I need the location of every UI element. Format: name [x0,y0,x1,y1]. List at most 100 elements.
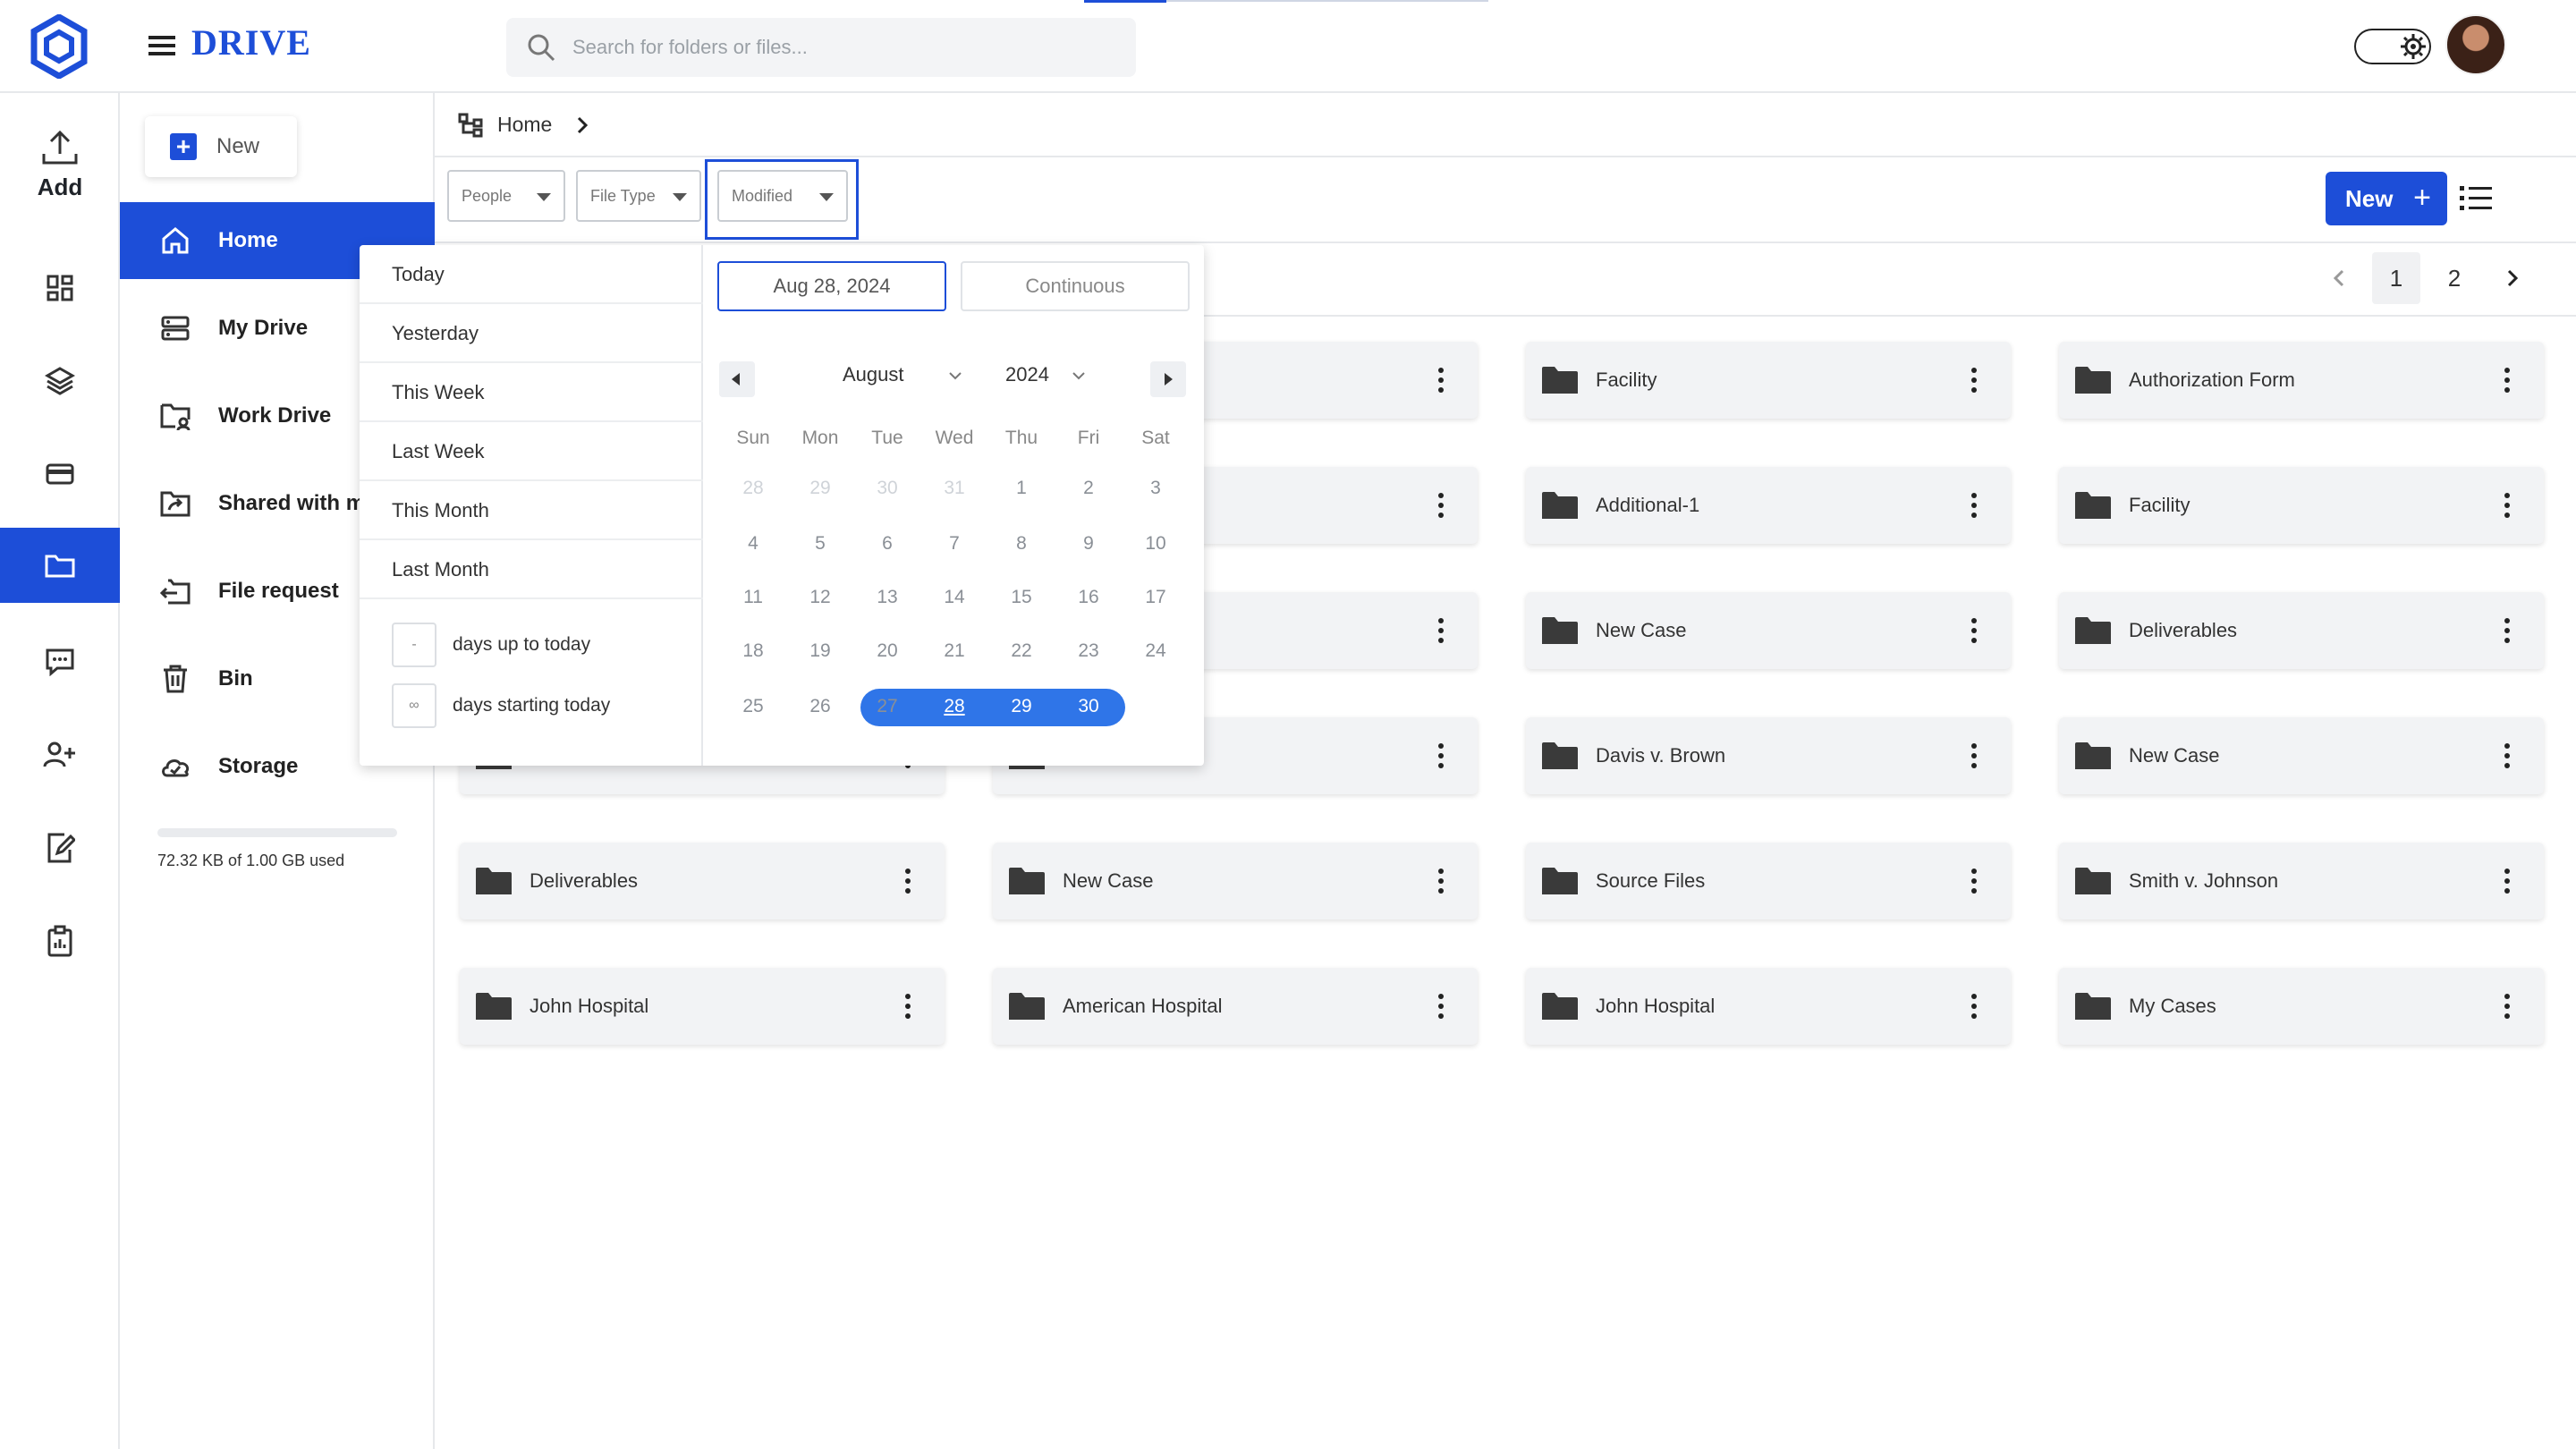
more-vertical-icon[interactable] [905,868,911,894]
more-vertical-icon[interactable] [1438,617,1444,644]
year-select[interactable]: 2024 [1005,363,1049,386]
more-vertical-icon[interactable] [1971,868,1977,894]
rail-folders-button[interactable] [0,528,120,603]
end-date-field[interactable]: Continuous [961,261,1190,311]
calendar-day[interactable]: 30 [860,470,914,506]
rail-users-button[interactable] [0,717,120,792]
folder-card[interactable]: New Case [993,843,1478,919]
folder-card[interactable]: Source Files [1526,843,2011,919]
user-avatar[interactable] [2445,14,2506,75]
calendar-day[interactable]: 21 [928,633,981,669]
more-vertical-icon[interactable] [1438,367,1444,394]
folder-card[interactable]: Smith v. Johnson [2059,843,2544,919]
folder-card[interactable]: New Case [1526,592,2011,669]
more-vertical-icon[interactable] [2504,742,2510,769]
preset-last-week[interactable]: Last Week [360,422,703,481]
more-vertical-icon[interactable] [2504,993,2510,1020]
calendar-day[interactable]: 8 [995,526,1048,562]
search-bar[interactable] [506,18,1136,77]
more-vertical-icon[interactable] [2504,492,2510,519]
calendar-day[interactable]: 2 [1062,470,1115,506]
calendar-day[interactable]: 13 [860,580,914,615]
pagination-page-2[interactable]: 2 [2431,252,2478,304]
folder-card[interactable]: John Hospital [460,968,945,1045]
calendar-day[interactable]: 9 [1062,526,1115,562]
folder-card[interactable]: Authorization Form [2059,342,2544,419]
calendar-day[interactable]: 12 [793,580,847,615]
more-vertical-icon[interactable] [905,993,911,1020]
rail-clipboard-button[interactable] [0,903,120,979]
calendar-day[interactable]: 23 [1062,633,1115,669]
more-vertical-icon[interactable] [1971,742,1977,769]
calendar-day[interactable]: 11 [726,580,780,615]
next-month-button[interactable] [1150,361,1186,397]
folder-card[interactable]: Davis v. Brown [1526,717,2011,794]
calendar-day[interactable]: 18 [726,633,780,669]
prev-month-button[interactable] [719,361,755,397]
calendar-day[interactable]: 7 [928,526,981,562]
sidebar-new-button[interactable]: + New [145,116,297,177]
calendar-day[interactable]: 1 [995,470,1048,506]
calendar-day[interactable]: 17 [1129,580,1182,615]
calendar-day[interactable]: 10 [1129,526,1182,562]
folder-card[interactable]: Deliverables [2059,592,2544,669]
calendar-day[interactable]: 27 [860,689,914,724]
file-type-filter[interactable]: File Type [576,170,701,222]
search-input[interactable] [571,18,1107,77]
calendar-day[interactable]: 4 [726,526,780,562]
more-vertical-icon[interactable] [2504,367,2510,394]
more-vertical-icon[interactable] [1971,993,1977,1020]
start-date-field[interactable]: Aug 28, 2024 [717,261,946,311]
folder-card[interactable]: Deliverables [460,843,945,919]
rail-layers-button[interactable] [0,343,120,419]
calendar-day[interactable]: 31 [1129,689,1182,724]
calendar-day[interactable]: 14 [928,580,981,615]
folder-card[interactable]: Additional-1 [1526,467,2011,544]
days-up-to-today-input[interactable]: - [392,623,436,667]
calendar-day[interactable]: 31 [928,470,981,506]
more-vertical-icon[interactable] [2504,617,2510,644]
pagination-next[interactable] [2494,252,2529,304]
more-vertical-icon[interactable] [1971,492,1977,519]
more-vertical-icon[interactable] [1438,492,1444,519]
pagination-page-1[interactable]: 1 [2372,252,2420,304]
calendar-day[interactable]: 29 [793,470,847,506]
menu-icon[interactable] [147,30,177,61]
app-logo-icon[interactable] [30,14,88,79]
folder-card[interactable]: My Cases [2059,968,2544,1045]
calendar-day[interactable]: 3 [1129,470,1182,506]
more-vertical-icon[interactable] [1971,367,1977,394]
rail-card-button[interactable] [0,436,120,512]
preset-this-month[interactable]: This Month [360,481,703,540]
calendar-day[interactable]: 25 [726,689,780,724]
folder-card[interactable]: Facility [2059,467,2544,544]
people-filter[interactable]: People [447,170,565,222]
folder-card[interactable]: New Case [2059,717,2544,794]
rail-dashboard-button[interactable] [0,250,120,326]
more-vertical-icon[interactable] [1438,868,1444,894]
calendar-day[interactable]: 28 [726,470,780,506]
more-vertical-icon[interactable] [1438,993,1444,1020]
folder-card[interactable]: John Hospital [1526,968,2011,1045]
rail-messages-button[interactable] [0,624,120,699]
breadcrumb-home[interactable]: Home [497,113,552,137]
add-upload-button[interactable]: Add [0,129,120,209]
calendar-day[interactable]: 15 [995,580,1048,615]
preset-this-week[interactable]: This Week [360,363,703,422]
days-starting-today-input[interactable]: ∞ [392,683,436,728]
more-vertical-icon[interactable] [1438,742,1444,769]
theme-toggle[interactable] [2354,29,2431,64]
calendar-day[interactable]: 22 [995,633,1048,669]
calendar-day[interactable]: 30 [1062,689,1115,724]
month-select[interactable]: August [843,363,904,386]
main-new-button[interactable]: New + [2326,172,2447,225]
calendar-day[interactable]: 5 [793,526,847,562]
list-view-icon[interactable] [2458,182,2494,215]
pagination-prev[interactable] [2322,252,2358,304]
calendar-day[interactable]: 16 [1062,580,1115,615]
folder-card[interactable]: Facility [1526,342,2011,419]
preset-yesterday[interactable]: Yesterday [360,304,703,363]
calendar-day[interactable]: 6 [860,526,914,562]
calendar-day[interactable]: 19 [793,633,847,669]
calendar-day[interactable]: 20 [860,633,914,669]
